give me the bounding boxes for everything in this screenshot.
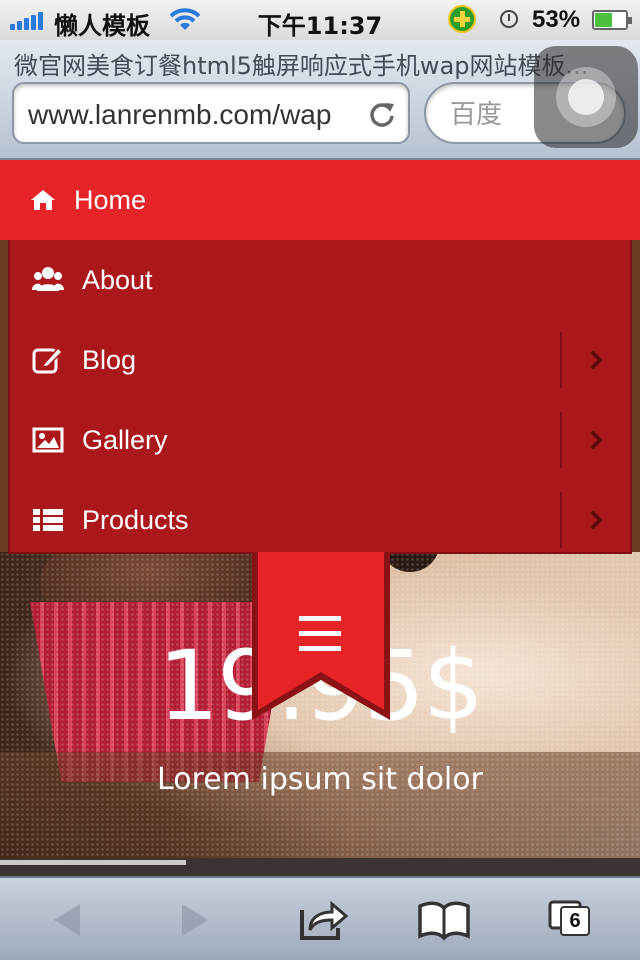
users-icon (32, 267, 64, 291)
hero-subtitle: Lorem ipsum sit dolor (157, 762, 483, 797)
chevron-right-icon (590, 350, 602, 370)
nav-item-gallery[interactable]: Gallery (10, 400, 630, 480)
slider-progress-fill (0, 860, 186, 865)
reload-icon[interactable] (368, 100, 396, 128)
submenu-toggle[interactable] (560, 332, 630, 388)
main-nav-menu: Home About Blog Gallery Products (0, 160, 640, 556)
chevron-right-icon (590, 510, 602, 530)
nav-item-products[interactable]: Products (10, 480, 630, 560)
slider-progress-track (0, 858, 640, 876)
share-button[interactable] (296, 896, 352, 944)
home-icon (31, 190, 55, 210)
battery-percent: 53% (532, 6, 581, 33)
tabs-count-badge[interactable]: 6 (560, 906, 590, 936)
url-input[interactable] (28, 97, 358, 133)
forward-button[interactable] (166, 896, 222, 944)
nav-item-label: Home (74, 184, 147, 215)
image-icon (32, 427, 64, 453)
alarm-clock-icon (500, 10, 518, 28)
chevron-right-icon (590, 430, 602, 450)
menu-ribbon-button[interactable] (252, 552, 390, 722)
address-bar[interactable] (12, 82, 410, 144)
nav-item-home[interactable]: Home (0, 160, 640, 240)
app-badge-icon (448, 5, 476, 33)
assistive-touch-button[interactable] (534, 46, 638, 148)
submenu-toggle[interactable] (560, 492, 630, 548)
edit-icon (32, 346, 64, 374)
page-content: 19.95$ Lorem ipsum sit dolor Home About (0, 160, 640, 876)
nav-item-label: Blog (82, 344, 137, 375)
status-bar: 懒人模板 下午11:37 53% (0, 0, 640, 40)
nav-item-label: About (82, 264, 153, 295)
list-icon (33, 509, 63, 531)
page-title: 微官网美食订餐html5触屏响应式手机wap网站模板... (14, 52, 589, 80)
browser-header: 微官网美食订餐html5触屏响应式手机wap网站模板... (0, 40, 640, 160)
back-button[interactable] (40, 896, 96, 944)
nav-item-label: Gallery (82, 424, 168, 455)
submenu-toggle[interactable] (560, 412, 630, 468)
nav-submenu: About Blog Gallery Products (8, 240, 632, 554)
nav-item-label: Products (82, 504, 189, 535)
nav-item-about[interactable]: About (10, 240, 630, 320)
battery-icon (592, 10, 632, 30)
browser-toolbar: 6 (0, 876, 640, 960)
nav-item-blog[interactable]: Blog (10, 320, 630, 400)
bookmarks-button[interactable] (416, 896, 472, 944)
